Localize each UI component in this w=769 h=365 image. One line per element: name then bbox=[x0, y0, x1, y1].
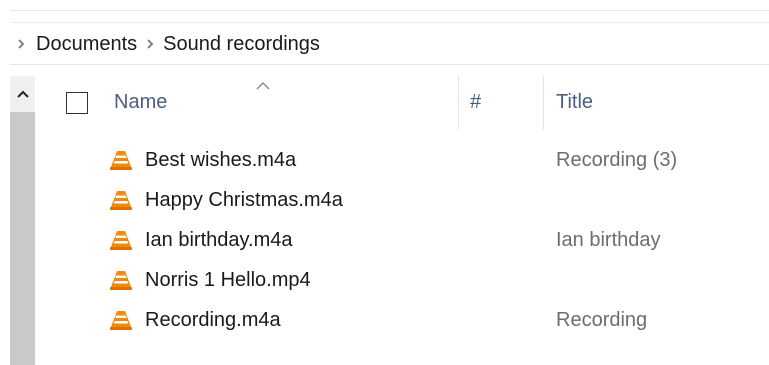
file-row[interactable]: Recording.m4a Recording bbox=[35, 302, 769, 342]
vertical-scrollbar[interactable] bbox=[10, 76, 35, 365]
vlc-cone-icon bbox=[109, 308, 133, 332]
vlc-cone-icon bbox=[109, 148, 133, 172]
column-header-number[interactable]: # bbox=[470, 91, 481, 114]
file-name[interactable]: Happy Christmas.m4a bbox=[145, 189, 343, 212]
file-name[interactable]: Ian birthday.m4a bbox=[145, 229, 293, 252]
file-name[interactable]: Norris 1 Hello.mp4 bbox=[145, 269, 311, 292]
scrollbar-thumb[interactable] bbox=[10, 112, 35, 365]
column-header-title[interactable]: Title bbox=[556, 91, 593, 114]
column-divider[interactable] bbox=[458, 76, 459, 130]
sort-ascending-icon bbox=[255, 78, 271, 96]
breadcrumb-sound-recordings[interactable]: Sound recordings bbox=[159, 33, 324, 56]
breadcrumb: Documents Sound recordings bbox=[10, 24, 769, 65]
breadcrumb-separator-chevron-icon[interactable] bbox=[141, 38, 159, 50]
vlc-cone-icon bbox=[109, 188, 133, 212]
file-name[interactable]: Recording.m4a bbox=[145, 309, 281, 332]
file-title: Ian birthday bbox=[556, 229, 661, 251]
breadcrumb-documents[interactable]: Documents bbox=[32, 33, 141, 56]
vlc-cone-icon bbox=[109, 268, 133, 292]
vlc-cone-icon bbox=[109, 228, 133, 252]
file-title: Recording (3) bbox=[556, 149, 678, 171]
file-title: Recording bbox=[556, 309, 648, 331]
file-row[interactable]: Ian birthday.m4a Ian birthday bbox=[35, 222, 769, 262]
column-divider[interactable] bbox=[543, 76, 544, 130]
toolbar-edge bbox=[10, 10, 769, 11]
column-header-name[interactable]: Name bbox=[114, 91, 167, 114]
select-all-checkbox[interactable] bbox=[66, 92, 88, 114]
file-row[interactable]: Best wishes.m4a Recording (3) bbox=[35, 142, 769, 182]
file-name[interactable]: Best wishes.m4a bbox=[145, 149, 296, 172]
breadcrumb-expand-chevron-icon[interactable] bbox=[10, 38, 32, 50]
toolbar-edge-lower bbox=[10, 22, 769, 23]
file-row[interactable]: Norris 1 Hello.mp4 bbox=[35, 262, 769, 302]
scroll-up-arrow-icon[interactable] bbox=[10, 76, 35, 112]
file-row[interactable]: Happy Christmas.m4a bbox=[35, 182, 769, 222]
column-header-row: Name # Title bbox=[35, 76, 769, 130]
file-list: Best wishes.m4a Recording (3) Happy Chri… bbox=[35, 142, 769, 342]
